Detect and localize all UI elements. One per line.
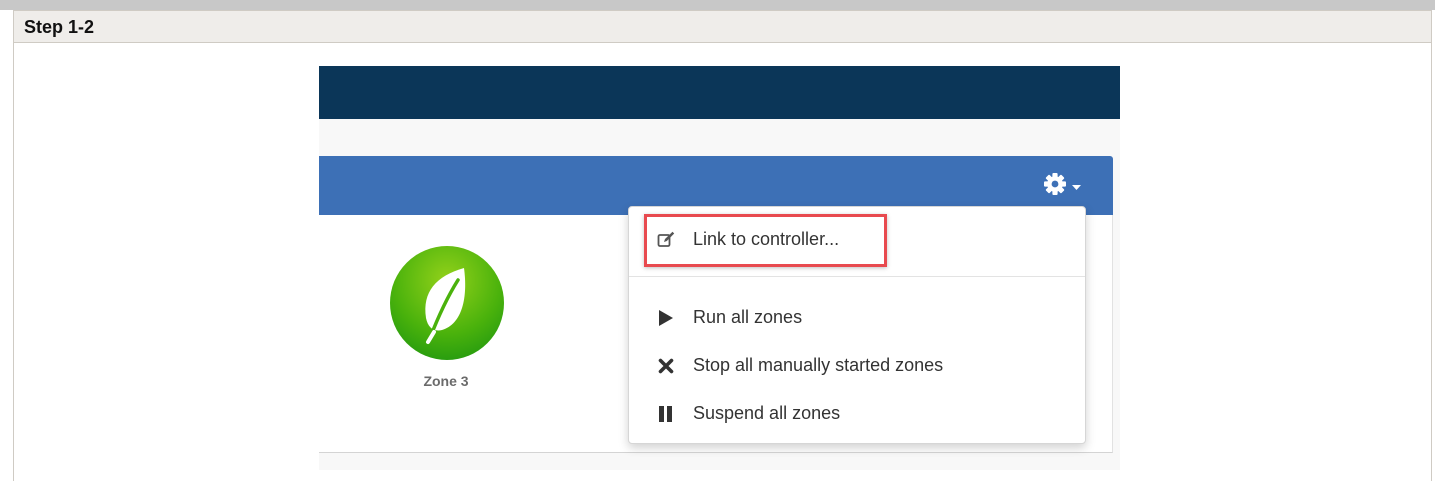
top-navbar <box>319 66 1120 119</box>
menu-item-stop-manual-zones[interactable]: Stop all manually started zones <box>629 347 1085 383</box>
menu-item-suspend-all-zones[interactable]: Suspend all zones <box>629 395 1085 431</box>
menu-item-label: Link to controller... <box>693 229 840 249</box>
caret-down-icon <box>1072 185 1081 190</box>
menu-item-label: Suspend all zones <box>693 403 841 423</box>
menu-item-run-all-zones[interactable]: Run all zones <box>629 299 1085 335</box>
play-icon <box>659 310 673 326</box>
tutorial-page: Step 1-2 Zone 3 Link to controller... Ru… <box>0 0 1435 481</box>
zone-name: Zone 3 <box>423 373 469 389</box>
menu-item-label: Run all zones <box>693 307 803 327</box>
menu-item-link-to-controller[interactable]: Link to controller... <box>629 221 1085 257</box>
close-icon <box>658 358 674 374</box>
app-screenshot: Zone 3 Link to controller... Run all zon… <box>319 66 1120 470</box>
pause-icon <box>659 406 672 422</box>
settings-dropdown-menu: Link to controller... Run all zones Stop… <box>628 206 1086 444</box>
zone-tile[interactable]: Zone 3 <box>385 246 505 396</box>
step-header: Step 1-2 <box>13 10 1432 43</box>
menu-item-label: Stop all manually started zones <box>693 355 944 375</box>
settings-dropdown-button[interactable] <box>1041 170 1091 200</box>
step-title: Step 1-2 <box>24 17 95 37</box>
menu-divider <box>629 276 1085 277</box>
leaf-icon <box>425 268 466 344</box>
edit-icon <box>657 231 675 247</box>
top-strip <box>0 0 1435 10</box>
zone-status-circle <box>390 246 504 360</box>
